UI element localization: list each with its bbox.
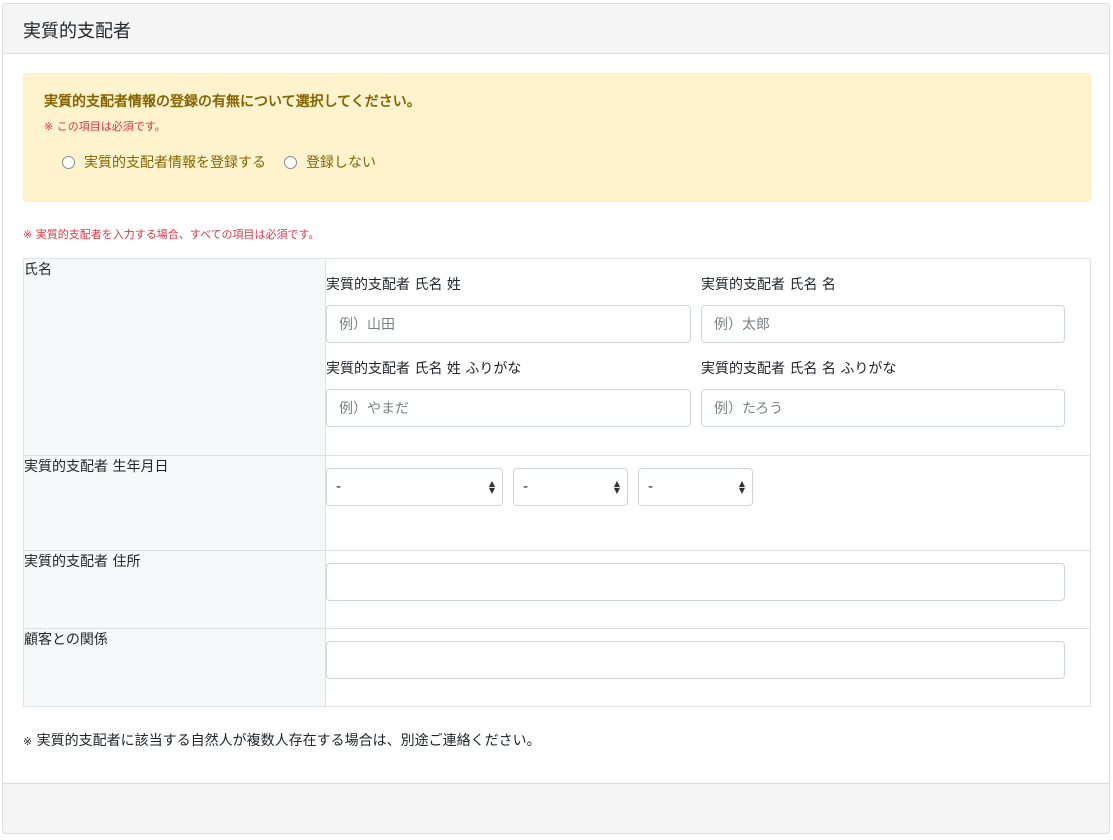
name-row: 氏名 実質的支配者 氏名 姓 例）山田 実質的支配者 氏名 名 例）太郎 実質的… (23, 258, 1091, 456)
multiple-owners-note: ※ 実質的支配者に該当する自然人が複数人存在する場合は、別途ご連絡ください。 (23, 730, 541, 750)
first-name-placeholder: 例）太郎 (714, 317, 770, 333)
beneficial-owner-form-table: 氏名 実質的支配者 氏名 姓 例）山田 実質的支配者 氏名 名 例）太郎 実質的… (23, 258, 1091, 707)
radio-register-label: 実質的支配者情報を登録する (84, 155, 266, 171)
name-row-fields: 実質的支配者 氏名 姓 例）山田 実質的支配者 氏名 名 例）太郎 実質的支配者… (325, 258, 1091, 456)
select-arrows-icon: ▲ ▼ (738, 479, 745, 495)
registration-radio-group: 実質的支配者情報を登録する 登録しない (62, 152, 394, 172)
all-fields-required-note: ※ 実質的支配者を入力する場合、すべての項目は必須です。 (23, 228, 320, 241)
last-name-kana-group: 実質的支配者 氏名 姓 ふりがな 例）やまだ (326, 359, 691, 427)
radio-do-not-register[interactable]: 登録しない (284, 152, 376, 172)
beneficial-owner-card: 実質的支配者 実質的支配者情報の登録の有無について選択してください。 ※ この項… (2, 3, 1110, 834)
birthdate-row: 実質的支配者 生年月日 - ▲ ▼ - ▲ ▼ - ▲ ▼ (23, 455, 1091, 551)
birthdate-row-label: 実質的支配者 生年月日 (23, 455, 326, 551)
first-name-kana-placeholder: 例）たろう (714, 401, 784, 417)
note-text: 実質的支配者に該当する自然人が複数人存在する場合は、別途ご連絡ください。 (36, 733, 541, 749)
card-footer (3, 783, 1109, 833)
radio-register[interactable]: 実質的支配者情報を登録する (62, 152, 266, 172)
birth-day-select[interactable]: - ▲ ▼ (638, 468, 753, 506)
address-input[interactable] (326, 563, 1065, 601)
relationship-row-fields (325, 628, 1091, 707)
first-name-group: 実質的支配者 氏名 名 例）太郎 (701, 275, 1065, 359)
address-row-label: 実質的支配者 住所 (23, 550, 326, 629)
last-name-input[interactable]: 例）山田 (326, 305, 691, 343)
relationship-input[interactable] (326, 641, 1065, 679)
birth-month-select[interactable]: - ▲ ▼ (513, 468, 628, 506)
select-arrows-icon: ▲ ▼ (613, 479, 620, 495)
registration-question: 実質的支配者情報の登録の有無について選択してください。 (44, 94, 421, 110)
radio-do-not-register-label: 登録しない (306, 155, 376, 171)
first-name-input[interactable]: 例）太郎 (701, 305, 1065, 343)
required-note: ※ この項目は必須です。 (44, 120, 166, 133)
last-name-label: 実質的支配者 氏名 姓 (326, 277, 461, 293)
last-name-kana-placeholder: 例）やまだ (339, 401, 409, 417)
relationship-row-label: 顧客との関係 (23, 628, 326, 707)
last-name-kana-label: 実質的支配者 氏名 姓 ふりがな (326, 361, 522, 377)
last-name-group: 実質的支配者 氏名 姓 例）山田 (326, 275, 691, 359)
name-row-label: 氏名 (23, 258, 326, 456)
birth-year-select[interactable]: - ▲ ▼ (326, 468, 503, 506)
radio-do-not-register-circle[interactable] (284, 155, 297, 169)
last-name-placeholder: 例）山田 (339, 317, 395, 333)
birth-month-value: - (523, 479, 529, 495)
note-mark: ※ (23, 735, 33, 748)
relationship-row: 顧客との関係 (23, 628, 1091, 707)
registration-choice-alert: 実質的支配者情報の登録の有無について選択してください。 ※ この項目は必須です。… (23, 73, 1091, 202)
card-title: 実質的支配者 (23, 21, 131, 42)
select-arrows-icon: ▲ ▼ (488, 479, 495, 495)
card-header: 実質的支配者 (3, 4, 1109, 54)
address-row-fields (325, 550, 1091, 629)
radio-register-circle[interactable] (62, 155, 75, 169)
first-name-kana-input[interactable]: 例）たろう (701, 389, 1065, 427)
first-name-label: 実質的支配者 氏名 名 (701, 277, 836, 293)
first-name-kana-label: 実質的支配者 氏名 名 ふりがな (701, 361, 897, 377)
last-name-kana-input[interactable]: 例）やまだ (326, 389, 691, 427)
birth-day-value: - (648, 479, 654, 495)
first-name-kana-group: 実質的支配者 氏名 名 ふりがな 例）たろう (701, 359, 1065, 427)
birthdate-row-fields: - ▲ ▼ - ▲ ▼ - ▲ ▼ (325, 455, 1091, 551)
address-row: 実質的支配者 住所 (23, 550, 1091, 629)
birth-year-value: - (336, 479, 342, 495)
